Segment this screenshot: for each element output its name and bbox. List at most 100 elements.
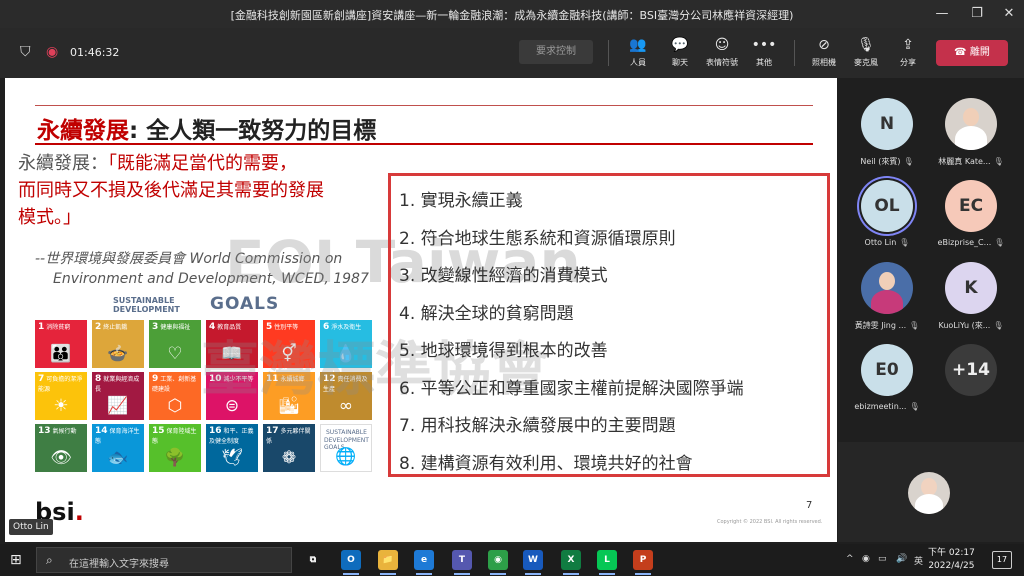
participant-tile[interactable]: 黃詩雯 Jing ... 🎙 [842,262,932,331]
sdg-tile: 9 工業、創新基礎建設 ⬡ [149,372,201,420]
powerpoint-icon[interactable]: P [633,550,653,570]
request-control-button[interactable]: 要求控制 [519,40,593,64]
mic-muted-icon: 🎙 [993,157,1004,166]
sdg-tile-number: 3 [152,322,159,332]
clock-date: 2022/4/25 [928,561,975,571]
sdg-goal-icon: 👪 [50,344,72,364]
running-indicator [343,573,359,575]
avatar: EC [945,180,997,232]
participant-tile[interactable]: K KuoLiYu (來... 🎙 [926,262,1016,331]
shield-icon[interactable]: ⛉ [20,44,31,60]
mic-muted-icon: 🎙 [994,238,1005,247]
goal-item: 5. 地球環境得到根本的改善 [399,341,608,361]
file-explorer-icon[interactable]: 📁 [378,550,398,570]
sdg-tile-label: 健康與福祉 [160,324,191,331]
avatar [861,262,913,314]
sdg-tile-label: 就業與經濟成長 [95,376,140,393]
participant-tile[interactable]: OL Otto Lin 🎙 [842,180,932,247]
avatar: OL [861,180,913,232]
recording-icon: ◉ [46,44,59,60]
participant-tile[interactable]: N Neil (來賓) 🎙 [842,98,932,167]
running-indicator [380,573,396,575]
windows-start-icon[interactable]: ⊞ [10,552,22,568]
sdg-goal-icon: ☀ [53,396,69,416]
chrome-icon[interactable]: ◉ [488,550,508,570]
sdg-tile: 14 保育海洋生態 🐟 [92,424,144,472]
participant-name: Neil (來賓) [860,157,901,166]
sdg-goal-icon: 🌳 [164,448,186,468]
mic-button[interactable]: 🎙 麥克風 [846,36,886,68]
people-button[interactable]: 👥 人員 [618,36,658,68]
task-view-icon[interactable]: ⧉ [303,550,323,570]
sdg-tile-number: 7 [38,374,45,384]
goal-item: 8. 建構資源有效利用、環境共好的社會 [399,453,693,474]
page-number: 7 [806,500,813,511]
sdg-tile-label: 可負擔的潔淨能源 [38,376,83,393]
excel-icon[interactable]: X [561,550,581,570]
taskbar-clock[interactable]: 下午 02:17 2022/4/25 [928,547,975,573]
slide-title: 永續發展: 全人類一致努力的目標 [37,111,376,145]
sdg-tile: 15 保育陸域生態 🌳 [149,424,201,472]
chevron-up-icon[interactable]: ^ [846,554,854,564]
ime-indicator[interactable]: 英 [914,554,923,567]
sdg-tile-label: 終止飢餓 [103,324,128,331]
share-icon: ⇪ [902,37,914,53]
sdg-tile: 1 消除貧窮 👪 [35,320,87,368]
participant-tile[interactable]: E0 ebizmeetin... 🎙 [842,344,932,411]
participant-name: eBizprise_C... [937,238,992,247]
goal-item: 1. 實現永續正義 [399,191,523,211]
sdg-goal-icon: 🐟 [107,448,129,468]
edge-icon[interactable]: e [414,550,434,570]
window-title: [金融科技創新園區新創講座]資安講座—新一輪金融浪潮：成為永續金融科技(講師：B… [230,9,794,22]
search-icon: ⌕ [46,553,53,567]
volume-icon[interactable]: 🔊 [896,554,907,564]
network-icon[interactable]: ▭ [878,554,887,564]
leave-label: 離開 [969,47,990,58]
restore-icon[interactable]: ❐ [962,4,992,24]
line-icon[interactable]: L [597,550,617,570]
sdg-tile-label: 工業、創新基礎建設 [152,376,197,393]
divider [794,40,795,66]
participant-tile[interactable]: +14 [926,344,1016,396]
close-icon[interactable]: ✕ [994,4,1024,24]
tray-app-icon[interactable]: ◉ [862,554,870,564]
reactions-icon: ☺ [714,37,730,53]
goal-item: 4. 解決全球的貧窮問題 [399,303,574,324]
running-indicator [563,573,579,575]
people-label: 人員 [630,58,646,67]
camera-button[interactable]: ⊘ 照相機 [804,36,844,68]
participant-tile[interactable]: EC eBizprise_C... 🎙 [926,180,1016,247]
quote-line: 模式。」 [18,207,81,228]
participant-name-row: Otto Lin 🎙 [842,238,932,247]
teams-icon[interactable]: T [452,550,472,570]
sdg-tile: 17 多元夥伴關係 ❁ [263,424,315,472]
participant-tile[interactable]: 林麗真 Kate... 🎙 [926,98,1016,167]
more-button[interactable]: ••• 其他 [744,36,784,68]
mic-muted-icon: 🎙 [909,402,920,411]
outlook-icon[interactable]: O [341,550,361,570]
leave-button[interactable]: ☎ 離開 [936,40,1008,66]
chat-button[interactable]: 💬 聊天 [660,36,700,68]
meeting-timer: 01:46:32 [70,46,120,59]
sdg-goal-icon: 👁 [50,448,72,468]
minimize-icon[interactable]: — [927,4,957,24]
notification-button[interactable]: 17 [992,551,1012,569]
clock-time: 下午 02:17 [928,548,975,558]
share-button[interactable]: ⇪ 分享 [888,36,928,68]
self-video[interactable] [838,442,1024,542]
word-icon[interactable]: W [523,550,543,570]
copyright: Copyright © 2022 BSI. All rights reserve… [717,519,823,525]
avatar [945,98,997,150]
taskbar-search[interactable]: ⌕ 在這裡輸入文字來搜尋 [36,547,292,573]
participant-name-row: KuoLiYu (來... 🎙 [926,320,1016,331]
people-icon: 👥 [629,37,647,53]
slide-title-red: 永續發展 [37,118,129,144]
mic-muted-icon: 🎙 [993,321,1004,330]
meeting-toolbar: ⛉ ◉ 01:46:32 要求控制 👥 人員 💬 聊天 ☺ 表情符號 ••• 其… [0,28,1024,78]
participant-name-row: 林麗真 Kate... 🎙 [926,156,1016,167]
avatar: K [945,262,997,314]
logo-dot: . [74,498,84,526]
running-indicator [416,573,432,575]
reactions-button[interactable]: ☺ 表情符號 [702,36,742,68]
sdg-header-line: SUSTAINABLE [113,296,175,305]
